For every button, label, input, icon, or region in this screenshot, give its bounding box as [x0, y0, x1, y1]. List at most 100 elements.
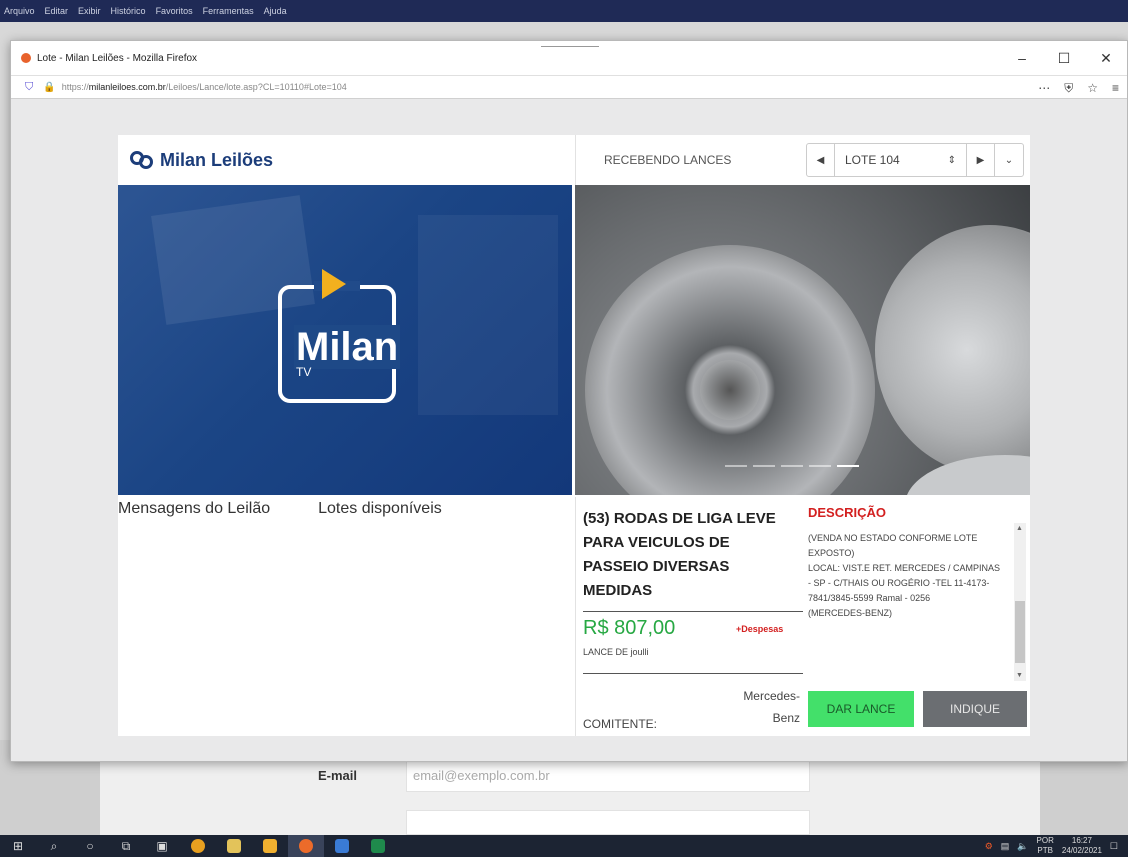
menu-icon[interactable]: ≡ — [1112, 81, 1119, 95]
current-bid: R$ 807,00 — [583, 617, 676, 639]
excel-icon[interactable] — [360, 835, 396, 857]
chrome-icon[interactable] — [180, 835, 216, 857]
divider — [583, 611, 803, 612]
lot-select-value: LOTE 104 — [845, 153, 900, 167]
consignor-label: COMITENTE: — [583, 717, 657, 731]
cortana-icon[interactable]: ○ — [72, 835, 108, 857]
clock[interactable]: 16:27 24/02/2021 — [1062, 836, 1102, 856]
url-domain: milanleiloes.com.br — [88, 82, 166, 92]
language: POR — [1036, 836, 1054, 845]
lock-icon[interactable]: 🔒 — [43, 82, 55, 93]
page-actions-icon[interactable]: ⋯ — [1038, 81, 1050, 95]
notifications-icon[interactable]: ☐ — [1110, 841, 1118, 852]
scroll-down-icon[interactable]: ▼ — [1016, 672, 1023, 679]
url-bar[interactable]: ⛉ 🔒 https:// milanleiloes.com.br /Leiloe… — [11, 75, 1127, 99]
lot-image-carousel[interactable] — [575, 185, 1030, 495]
carousel-dot[interactable] — [725, 465, 747, 467]
next-field[interactable] — [406, 810, 810, 835]
close-icon[interactable]: ✕ — [1085, 41, 1127, 75]
play-icon[interactable] — [322, 269, 346, 299]
logo-text: Milan Leilões — [160, 149, 274, 170]
firefox-favicon-icon — [21, 53, 31, 63]
drag-handle[interactable] — [541, 41, 599, 47]
auction-panel: Milan Leilões Milan TV Mensagens do Leil… — [118, 135, 1030, 736]
firefox-icon[interactable] — [288, 835, 324, 857]
lot-bar: RECEBENDO LANCES ◀ LOTE 104 ⇕ ▶ ⌄ — [575, 135, 1030, 185]
chevron-down-icon[interactable]: ⌄ — [995, 144, 1023, 176]
right-column: RECEBENDO LANCES ◀ LOTE 104 ⇕ ▶ ⌄ (53) R… — [575, 135, 1030, 736]
menu-exibir[interactable]: Exibir — [78, 6, 101, 16]
clock-date: 24/02/2021 — [1061, 846, 1102, 855]
menu-historico[interactable]: Histórico — [111, 6, 146, 16]
app-menubar: Arquivo Editar Exibir Histórico Favorito… — [0, 0, 1128, 22]
windows-start-icon[interactable]: ⊞ — [0, 835, 36, 857]
last-bidder: LANCE DE joulli — [583, 647, 649, 657]
scroll-up-icon[interactable]: ▲ — [1016, 525, 1023, 532]
volume-icon[interactable]: 🔈 — [1017, 841, 1028, 852]
carousel-dot[interactable] — [753, 465, 775, 467]
place-bid-button[interactable]: DAR LANCE — [808, 691, 914, 727]
network-icon[interactable]: ▤ — [1001, 841, 1010, 852]
scroll-thumb[interactable] — [1015, 601, 1025, 663]
language-indicator[interactable]: POR PTB — [1037, 836, 1054, 856]
url-prefix: https:// — [61, 82, 89, 92]
carousel-dot-active[interactable] — [837, 465, 859, 467]
folder-icon[interactable] — [252, 835, 288, 857]
carousel-dot[interactable] — [809, 465, 831, 467]
clock-time: 16:27 — [1071, 836, 1092, 845]
share-button[interactable]: INDIQUE — [923, 691, 1027, 727]
consignor-value: Mercedes-Benz — [743, 689, 800, 725]
tracking-shield-icon[interactable]: ⛉ — [25, 81, 33, 94]
description-title: DESCRIÇÃO — [808, 505, 887, 520]
lot-title: (53) RODAS DE LIGA LEVE PARA VEICULOS DE… — [583, 510, 776, 599]
page-content: Milan Leilões Milan TV Mensagens do Leil… — [11, 99, 1127, 761]
menu-favoritos[interactable]: Favoritos — [156, 6, 193, 16]
window-title: Lote - Milan Leilões - Mozilla Firefox — [37, 52, 198, 64]
url-actions: ⋯ ⛨ ☆ ≡ — [1038, 76, 1119, 100]
search-icon[interactable]: ⌕ — [36, 835, 72, 857]
window-titlebar[interactable]: Lote - Milan Leilões - Mozilla Firefox –… — [11, 41, 1127, 75]
lot-select[interactable]: LOTE 104 ⇕ — [835, 144, 967, 176]
left-column: Milan Leilões Milan TV Mensagens do Leil… — [118, 135, 572, 736]
description-text: (VENDA NO ESTADO CONFORME LOTE EXPOSTO) … — [808, 533, 1001, 618]
description-scrollbar[interactable]: ▲ ▼ — [1014, 523, 1026, 681]
tab-available-lots[interactable]: Lotes disponíveis — [318, 500, 442, 518]
carousel-dot[interactable] — [781, 465, 803, 467]
prev-lot-icon[interactable]: ◀ — [807, 144, 835, 176]
tray-icon[interactable]: ⚙ — [985, 841, 993, 852]
menu-arquivo[interactable]: Arquivo — [4, 6, 35, 16]
minimize-icon[interactable]: – — [1001, 41, 1043, 75]
menu-editar[interactable]: Editar — [45, 6, 69, 16]
tab-auction-messages[interactable]: Mensagens do Leilão — [118, 500, 270, 518]
pocket-icon[interactable]: ⛨ — [1064, 81, 1073, 96]
video-player[interactable]: Milan TV — [118, 185, 572, 495]
maximize-icon[interactable]: ☐ — [1043, 41, 1085, 75]
video-sub: TV — [296, 365, 312, 379]
video-brand: Milan — [294, 325, 401, 369]
left-tabs: Mensagens do Leilão Lotes disponíveis — [118, 500, 572, 518]
expenses-note: +Despesas — [736, 624, 784, 634]
next-lot-icon[interactable]: ▶ — [967, 144, 995, 176]
window-controls: – ☐ ✕ — [1001, 41, 1127, 75]
auction-status: RECEBENDO LANCES — [604, 153, 732, 167]
menu-ferramentas[interactable]: Ferramentas — [203, 6, 254, 16]
email-label: E-mail — [318, 768, 358, 783]
store-icon[interactable]: ▣ — [144, 835, 180, 857]
description-box: (VENDA NO ESTADO CONFORME LOTE EXPOSTO) … — [808, 523, 1026, 681]
star-icon[interactable]: ☆ — [1087, 81, 1098, 95]
url-path: /Leiloes/Lance/lote.asp?CL=10110#Lote=10… — [165, 82, 347, 92]
task-view-icon[interactable]: ⧉ — [108, 835, 144, 857]
explorer-icon[interactable] — [216, 835, 252, 857]
app-icon[interactable] — [324, 835, 360, 857]
milan-logo-icon — [130, 149, 154, 171]
logo-bar: Milan Leilões — [118, 135, 572, 185]
email-field[interactable]: email@exemplo.com.br — [406, 758, 810, 792]
lot-navigator: ◀ LOTE 104 ⇕ ▶ ⌄ — [806, 143, 1024, 177]
menu-ajuda[interactable]: Ajuda — [264, 6, 287, 16]
divider — [583, 673, 803, 674]
language-sub: PTB — [1037, 846, 1053, 855]
lot-info: (53) RODAS DE LIGA LEVE PARA VEICULOS DE… — [575, 497, 1030, 736]
select-arrows-icon: ⇕ — [947, 154, 956, 166]
carousel-indicators — [725, 465, 859, 467]
firefox-window: Lote - Milan Leilões - Mozilla Firefox –… — [10, 40, 1128, 762]
